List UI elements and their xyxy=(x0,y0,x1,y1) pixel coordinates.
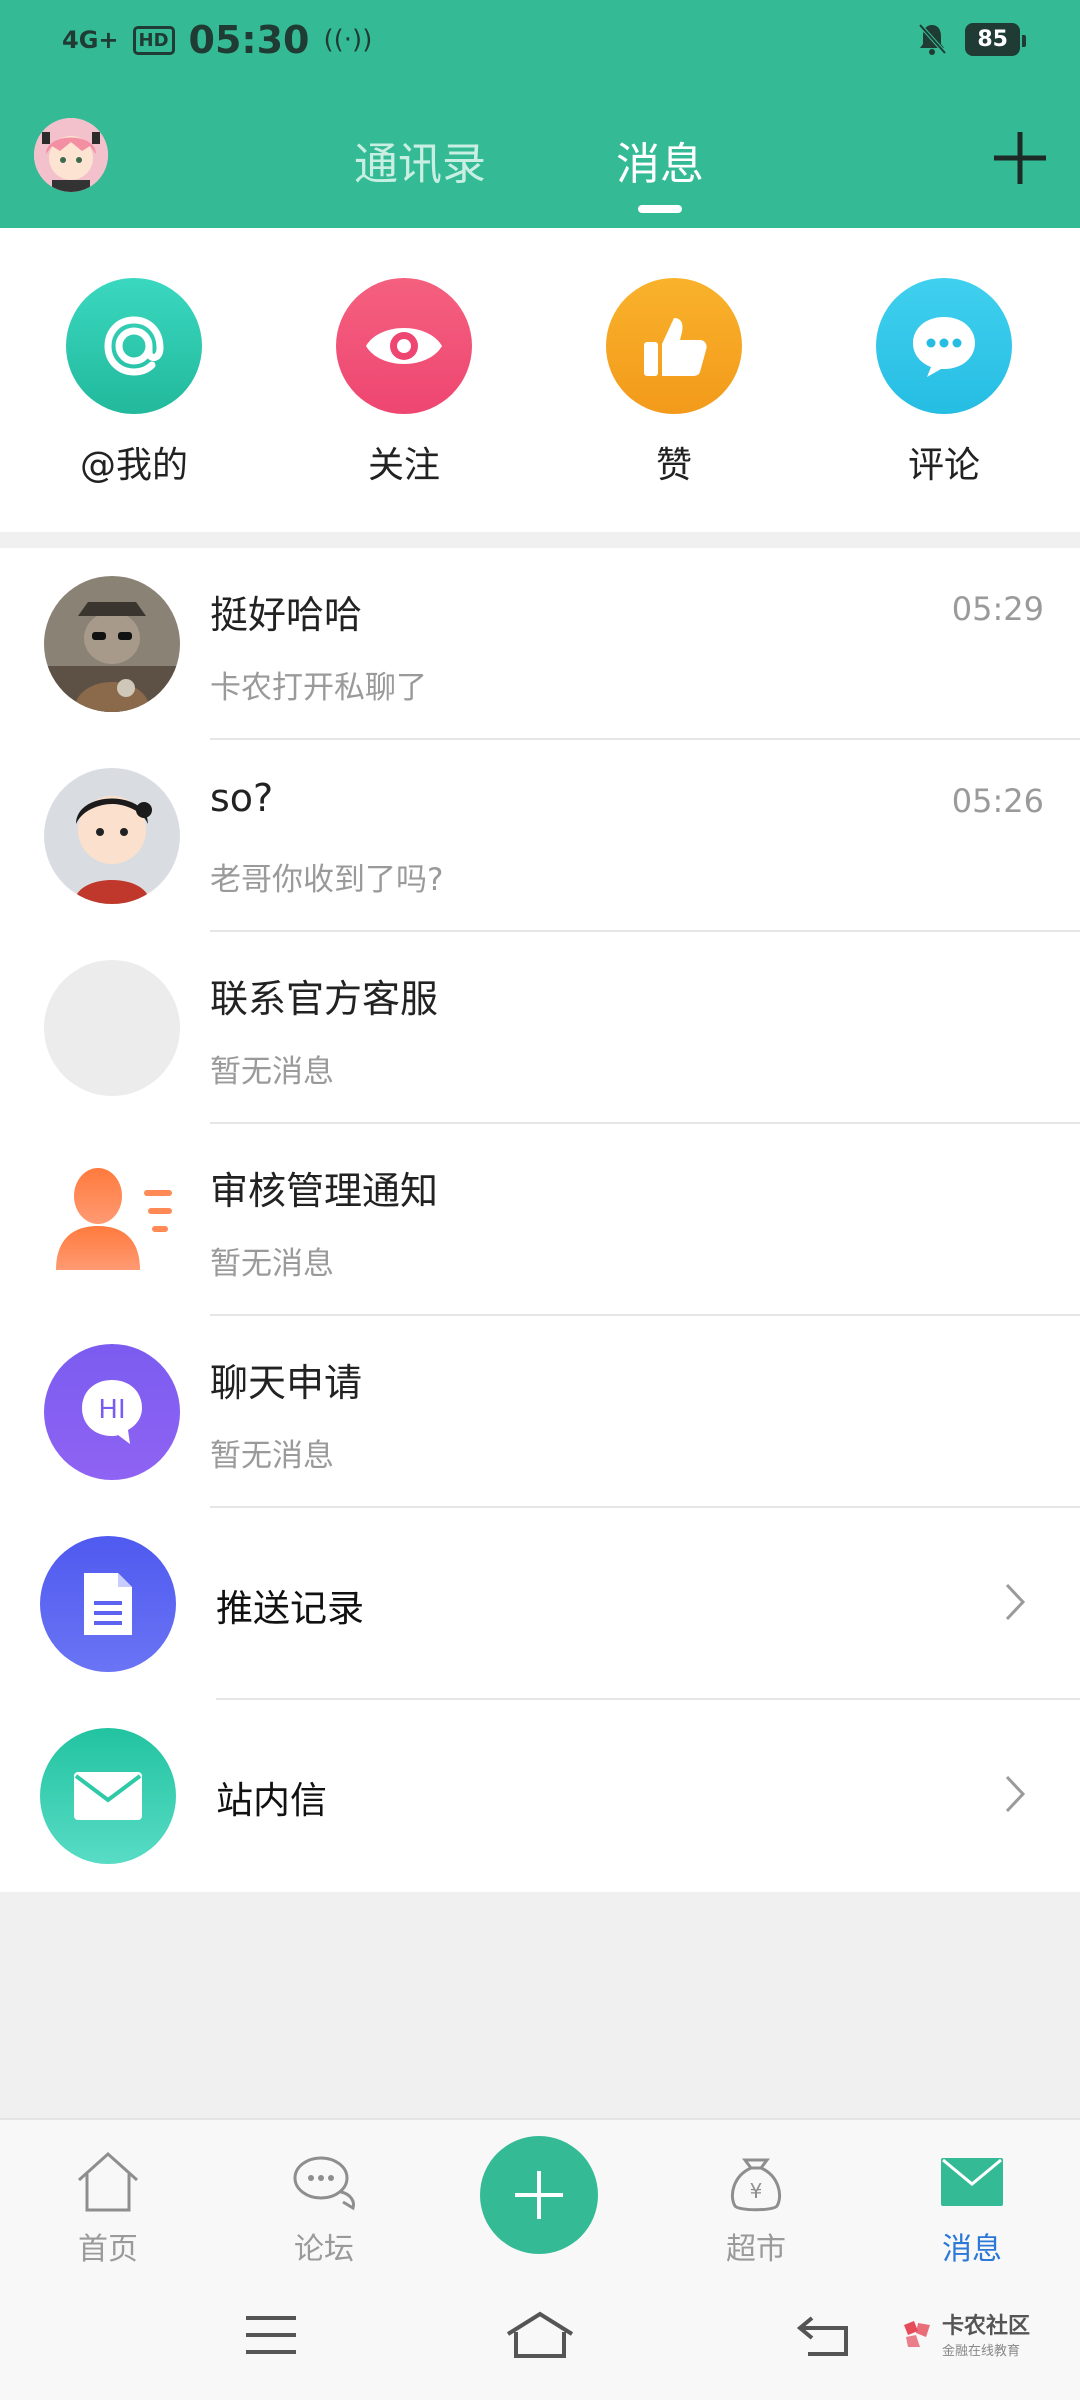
mail-icon xyxy=(941,2158,1003,2206)
conversation-preview: 老哥你收到了吗? xyxy=(210,862,444,898)
watermark-sub: 金融在线教育 xyxy=(942,2344,1021,2359)
plus-icon xyxy=(515,2171,563,2219)
conversation-preview: 卡农打开私聊了 xyxy=(210,670,427,706)
conversation-time: 05:26 xyxy=(951,782,1044,820)
tab-contacts[interactable]: 通讯录 xyxy=(354,128,486,192)
conversation-name: 挺好哈哈 xyxy=(210,593,363,637)
document-icon xyxy=(40,1536,176,1672)
shortcut-comment[interactable]: 评论 xyxy=(844,278,1044,488)
row-title: 站内信 xyxy=(216,1779,327,1822)
nav-label: 首页 xyxy=(78,2232,138,2267)
at-icon xyxy=(66,278,202,414)
conversation-name: so? xyxy=(210,776,274,820)
forum-icon xyxy=(293,2156,355,2211)
conversation-list: 挺好哈哈 卡农打开私聊了 05:29 so? 老哥你收到了吗? 05:26 联系… xyxy=(0,548,1080,1892)
tab-indicator xyxy=(638,205,682,213)
svg-text:¥: ¥ xyxy=(750,2179,763,2203)
shortcut-label: @我的 xyxy=(79,445,188,486)
nav-label: 超市 xyxy=(726,2232,786,2267)
message-screen: 4G+ HD 05:30 ((·)) 85 通讯录 消息 @我的 关注 赞 评论… xyxy=(0,0,1080,2400)
conversation-row[interactable]: 挺好哈哈 卡农打开私聊了 05:29 xyxy=(0,548,1080,740)
thumbs-up-icon xyxy=(606,278,742,414)
back-icon[interactable] xyxy=(796,2310,852,2364)
status-right: 85 xyxy=(917,22,1026,56)
chevron-right-icon xyxy=(1004,1582,1026,1626)
eye-icon xyxy=(336,278,472,414)
hotspot-icon: ((·)) xyxy=(323,25,373,55)
shortcut-at-me[interactable]: @我的 xyxy=(34,278,234,488)
status-time: 05:30 xyxy=(188,18,310,62)
tab-messages[interactable]: 消息 xyxy=(616,128,704,192)
shortcut-follow[interactable]: 关注 xyxy=(304,278,504,488)
menu-icon[interactable] xyxy=(244,2310,298,2364)
hd-badge: HD xyxy=(132,25,175,55)
network-indicator: 4G+ xyxy=(62,26,119,54)
battery-indicator: 85 xyxy=(965,22,1026,56)
watermark-logo: 卡农社区 金融在线教育 xyxy=(900,2308,1030,2359)
person-icon xyxy=(44,1152,180,1288)
shortcut-label: 赞 xyxy=(655,445,692,486)
mail-icon xyxy=(40,1728,176,1864)
svg-text:HI: HI xyxy=(98,1395,125,1425)
conversation-row[interactable]: 审核管理通知 暂无消息 xyxy=(0,1124,1080,1316)
conversation-name: 联系官方客服 xyxy=(210,977,439,1021)
conversation-name: 审核管理通知 xyxy=(210,1169,439,1213)
conversation-row[interactable]: so? 老哥你收到了吗? 05:26 xyxy=(0,740,1080,932)
system-nav-bar: 卡农社区 金融在线教育 xyxy=(0,2280,1080,2400)
plus-icon xyxy=(994,132,1046,184)
shortcut-label: 评论 xyxy=(907,445,980,486)
conversation-row[interactable]: HI 聊天申请 暂无消息 xyxy=(0,1316,1080,1508)
shortcut-label: 关注 xyxy=(367,445,440,486)
compose-fab[interactable] xyxy=(480,2136,598,2254)
conversation-preview: 暂无消息 xyxy=(210,1054,334,1090)
nav-label: 论坛 xyxy=(294,2232,354,2267)
chat-bubble-icon xyxy=(876,278,1012,414)
avatar xyxy=(44,768,180,904)
add-button[interactable] xyxy=(990,128,1050,188)
inbox-row[interactable]: 站内信 xyxy=(0,1700,1080,1892)
hi-chat-icon: HI xyxy=(44,1344,180,1480)
nav-forum[interactable]: 论坛 xyxy=(254,2148,394,2268)
status-left: 4G+ HD 05:30 ((·)) xyxy=(62,18,372,62)
conversation-time: 05:29 xyxy=(951,590,1044,628)
conversation-name: 聊天申请 xyxy=(210,1361,363,1405)
nav-home[interactable]: 首页 xyxy=(38,2148,178,2268)
push-records-row[interactable]: 推送记录 xyxy=(0,1508,1080,1700)
shortcut-row: @我的 关注 赞 评论 xyxy=(0,228,1080,532)
home-icon xyxy=(77,2151,139,2212)
bell-muted-icon xyxy=(917,22,947,56)
chevron-right-icon xyxy=(1004,1774,1026,1818)
shortcut-like[interactable]: 赞 xyxy=(574,278,774,488)
conversation-row[interactable]: 联系官方客服 暂无消息 xyxy=(0,932,1080,1124)
nav-messages[interactable]: 消息 xyxy=(902,2148,1042,2268)
header: 4G+ HD 05:30 ((·)) 85 通讯录 消息 xyxy=(0,0,1080,228)
avatar-placeholder xyxy=(44,960,180,1096)
conversation-preview: 暂无消息 xyxy=(210,1438,334,1474)
conversation-preview: 暂无消息 xyxy=(210,1246,334,1282)
nav-market[interactable]: ¥ 超市 xyxy=(686,2148,826,2268)
home-icon[interactable] xyxy=(504,2310,576,2364)
kanong-logo-icon xyxy=(904,2320,930,2347)
nav-label: 消息 xyxy=(942,2232,1002,2267)
status-bar: 4G+ HD 05:30 ((·)) 85 xyxy=(0,0,1080,84)
avatar xyxy=(44,576,180,712)
user-avatar[interactable] xyxy=(34,118,108,192)
row-title: 推送记录 xyxy=(216,1587,364,1630)
watermark-main: 卡农社区 xyxy=(942,2314,1031,2339)
money-bag-icon: ¥ xyxy=(730,2158,782,2212)
